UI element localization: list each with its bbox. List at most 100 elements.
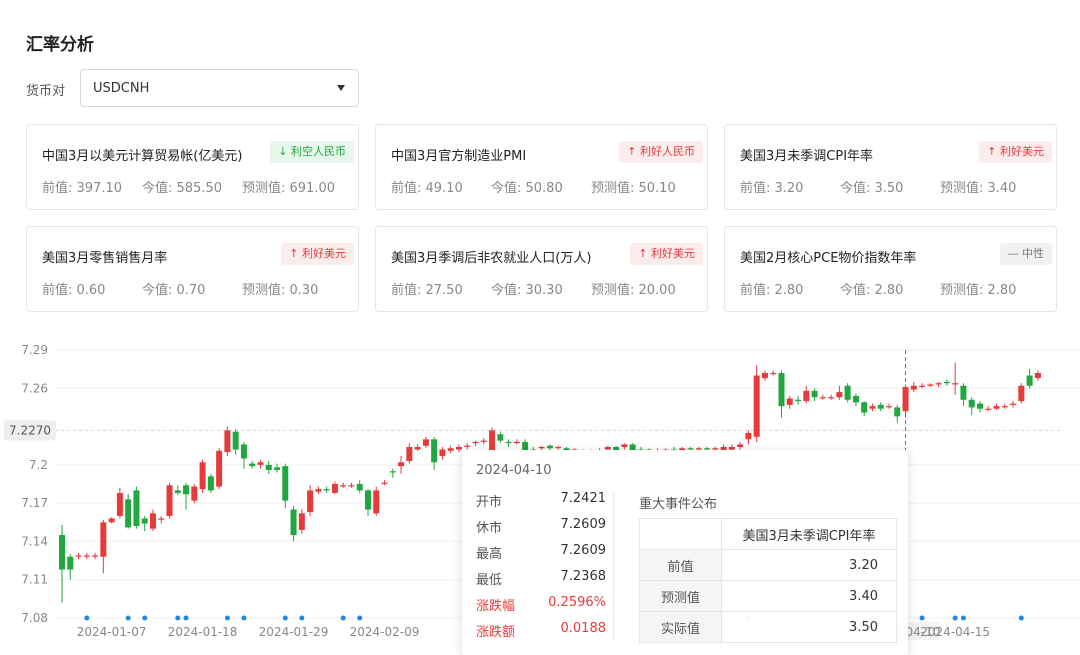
impact-badge-label: 利好美元 (1000, 145, 1044, 158)
event-dot (357, 615, 363, 621)
event-dot (1018, 615, 1024, 621)
candle-body (811, 390, 818, 398)
candle-body (985, 408, 992, 410)
event-card[interactable]: 中国3月以美元计算贸易帐(亿美元) ↓ 利空人民币 前值: 397.10 今值: 58… (26, 124, 359, 210)
candle-body (174, 490, 181, 493)
candle-body (976, 403, 983, 409)
y-tick-label: 7.08 (21, 611, 48, 625)
arrow-down-icon: ↓ (278, 145, 288, 158)
candle-body (819, 397, 826, 399)
candle-body (803, 390, 810, 402)
impact-badge-label: 利好美元 (302, 247, 346, 260)
event-dot (282, 615, 288, 621)
forecast-value: 预测值: 50.10 (591, 181, 676, 196)
forecast-value: 预测值: 0.30 (242, 283, 319, 298)
candle-body (207, 476, 214, 491)
candle-body (307, 490, 314, 513)
y-tick-label: 7.26 (21, 381, 48, 395)
candle-body (356, 484, 363, 491)
event-card[interactable]: 美国3月零售销售月率 ↑ 利好美元 前值: 0.60 今值: 0.70 预测值: 0.3… (26, 226, 359, 312)
candle-body (348, 485, 355, 487)
candle-body (406, 446, 413, 462)
candle-body (282, 466, 289, 501)
event-card[interactable]: 中国3月官方制造业PMI ↑ 利好人民币 前值: 49.10 今值: 50.80 预测值… (375, 124, 708, 210)
previous-value: 前值: 3.20 (740, 181, 804, 196)
candle-body (968, 399, 975, 408)
event-dot (340, 615, 346, 621)
candle-body (919, 385, 926, 387)
candle-body (431, 439, 438, 463)
actual-value: 今值: 585.50 (142, 181, 222, 196)
candle-body (480, 440, 487, 442)
candle-body (116, 492, 123, 516)
previous-value: 前值: 49.10 (391, 181, 463, 196)
x-tick-label: 2024-01-07 (77, 625, 147, 639)
candle-body (75, 555, 82, 557)
tooltip-row-label: 休市 (476, 521, 503, 536)
caret-down-icon (337, 85, 345, 91)
candle-body (894, 407, 901, 417)
actual-value: 今值: 50.80 (491, 181, 563, 196)
candle-body (795, 399, 802, 402)
candle-body (199, 462, 206, 490)
candle-body (464, 445, 471, 447)
y-tick-label: 7.11 (21, 573, 48, 587)
previous-value: 前值: 27.50 (391, 283, 463, 298)
candle-body (1018, 385, 1025, 402)
candle-body (943, 381, 950, 384)
candle-body (315, 489, 322, 492)
candle-body (100, 522, 107, 557)
event-card-name: 美国3月零售销售月率 (42, 251, 168, 266)
event-dot (241, 615, 247, 621)
arrow-up-icon: ↑ (289, 247, 299, 260)
previous-value: 前值: 2.80 (740, 283, 804, 298)
impact-badge-label: 中性 (1022, 247, 1044, 260)
event-table-corner (639, 518, 722, 550)
candle-body (166, 485, 173, 516)
event-dot (125, 615, 131, 621)
actual-value: 今值: 0.70 (142, 283, 206, 298)
event-card[interactable]: 美国3月季调后非农就业人口(万人) ↑ 利好美元 前值: 27.50 今值: 30.3… (375, 226, 708, 312)
tooltip-row-label: 最高 (476, 547, 503, 562)
candle-body (398, 462, 405, 467)
event-card[interactable]: 美国2月核心PCE物价指数年率 — 中性 前值: 2.80 今值: 2.80 预测值: … (724, 226, 1057, 312)
candle-body (422, 439, 429, 446)
event-table-row: 实际值 3.50 (639, 611, 897, 643)
tooltip-row-label: 开市 (476, 495, 503, 510)
x-tick-label: 2024-01-18 (168, 625, 238, 639)
candle-body (224, 430, 231, 453)
event-row-value: 3.20 (721, 549, 897, 581)
event-dot (84, 615, 90, 621)
candle-body (141, 518, 148, 524)
candle-body (927, 384, 934, 386)
event-row-value: 3.40 (721, 580, 897, 612)
actual-value: 今值: 2.80 (840, 283, 904, 298)
tooltip-row-value: 7.2609 (560, 543, 607, 558)
event-dot (142, 615, 148, 621)
candle-body (455, 446, 462, 450)
candle-body (274, 467, 281, 470)
arrow-up-icon: ↑ (627, 145, 637, 158)
impact-badge: ↑ 利好美元 (979, 141, 1052, 163)
forecast-value: 预测值: 691.00 (242, 181, 335, 196)
forecast-value: 预测值: 3.40 (940, 181, 1017, 196)
candle-body (538, 446, 545, 449)
event-table-row: 预测值 3.40 (639, 580, 897, 612)
event-dot (299, 615, 305, 621)
candle-body (216, 450, 223, 487)
candle-body (125, 499, 132, 528)
currency-pair-select[interactable]: USDCNH (80, 69, 359, 107)
event-card[interactable]: 美国3月未季调CPI年率 ↑ 利好美元 前值: 3.20 今值: 3.50 预测值: 3… (724, 124, 1057, 210)
candle-body (381, 482, 388, 484)
candle-body (621, 444, 628, 447)
candle-body (778, 372, 785, 407)
impact-badge: ↑ 利好美元 (630, 243, 703, 265)
event-card-name: 美国2月核心PCE物价指数年率 (740, 251, 917, 266)
candle-body (389, 471, 396, 473)
event-card-name: 中国3月官方制造业PMI (391, 149, 527, 164)
event-dot (175, 615, 181, 621)
candle-body (960, 385, 967, 400)
tooltip-row-label: 涨跌额 (476, 625, 516, 640)
candle-body (323, 489, 330, 491)
y-tick-label: 7.17 (21, 496, 48, 510)
